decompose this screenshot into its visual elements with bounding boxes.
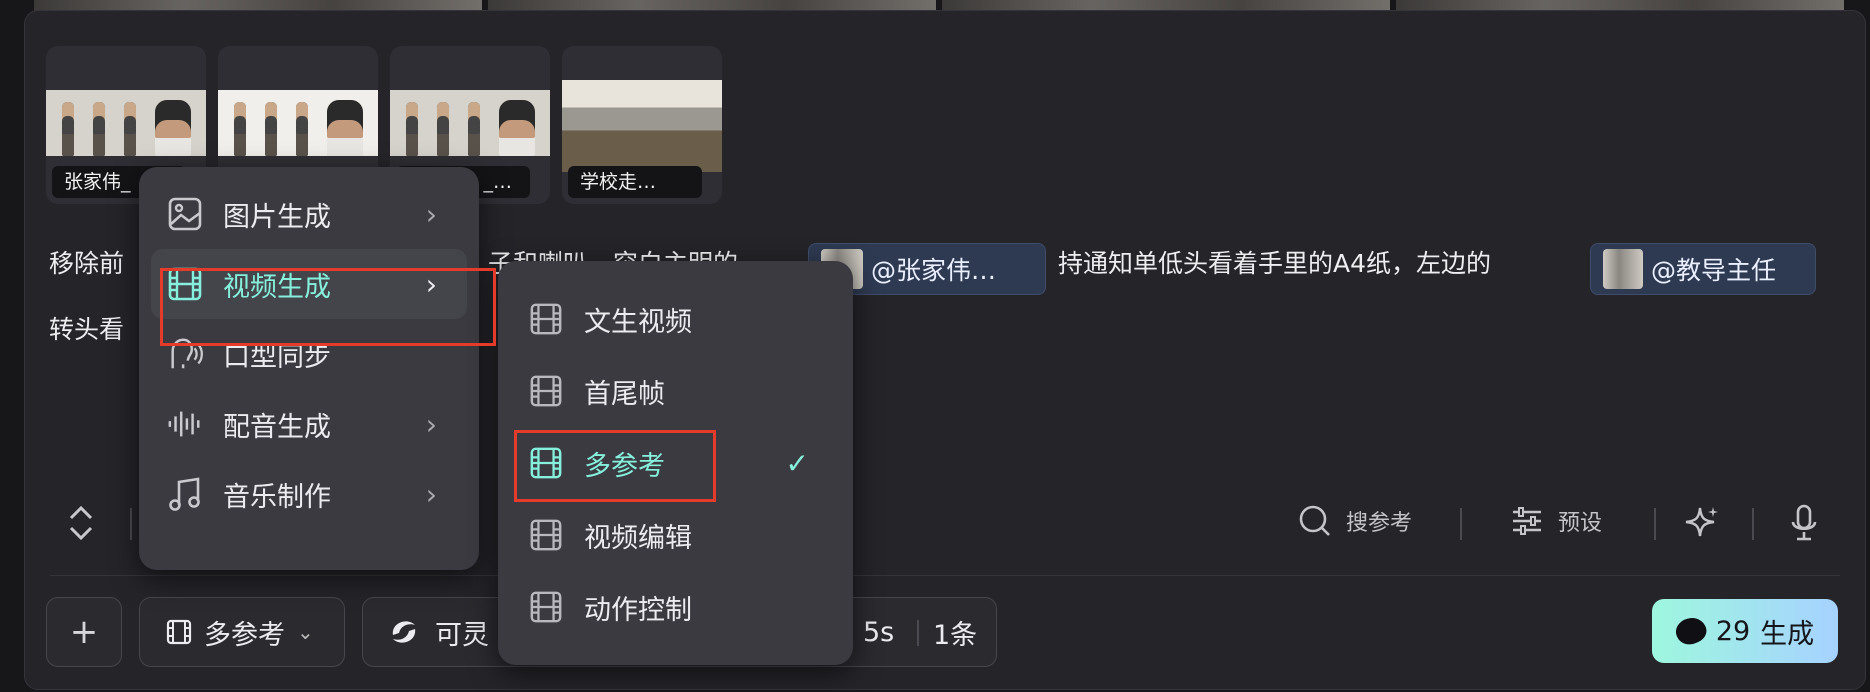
checkmark-icon: ✓ bbox=[785, 446, 809, 480]
search-reference-label: 搜参考 bbox=[1346, 511, 1413, 536]
film-icon bbox=[166, 619, 192, 645]
chip-label: @张家伟… bbox=[871, 256, 997, 285]
mode-label: 多参考 bbox=[204, 619, 285, 651]
thumbnail-image bbox=[218, 90, 378, 156]
preset-label: 预设 bbox=[1558, 511, 1603, 536]
submenu-item-motion-control[interactable]: 动作控制 bbox=[512, 571, 839, 643]
audio-wave-icon bbox=[167, 406, 203, 442]
sparkle-button[interactable] bbox=[1684, 504, 1720, 540]
credit-icon bbox=[1671, 612, 1710, 650]
sliders-icon bbox=[1513, 507, 1541, 535]
menu-item-image-generation[interactable]: 图片生成 › bbox=[151, 179, 467, 249]
menu-item-music[interactable]: 音乐制作 › bbox=[151, 459, 467, 529]
avatar bbox=[1603, 249, 1643, 289]
mention-chip-director[interactable]: @教导主任 bbox=[1590, 243, 1816, 295]
generate-button[interactable]: 29 生成 bbox=[1652, 599, 1838, 663]
submenu-item-first-last-frame[interactable]: 首尾帧 bbox=[512, 355, 839, 427]
section-divider bbox=[50, 575, 1840, 576]
sparkle-icon bbox=[1685, 507, 1718, 537]
add-button[interactable]: + bbox=[46, 597, 122, 667]
expand-collapse-icon[interactable] bbox=[68, 504, 94, 550]
menu-item-label: 动作控制 bbox=[584, 594, 692, 626]
thumbnail-image bbox=[46, 90, 206, 156]
toolbar-divider bbox=[1654, 508, 1656, 540]
microphone-button[interactable] bbox=[1790, 504, 1818, 542]
generate-label: 生成 bbox=[1760, 618, 1815, 650]
submenu-item-text-to-video[interactable]: 文生视频 bbox=[512, 283, 839, 355]
music-note-icon bbox=[167, 476, 203, 512]
menu-item-label: 音乐制作 bbox=[223, 481, 331, 513]
reference-thumbnail[interactable]: 学校走… bbox=[562, 46, 722, 204]
thumbnail-image bbox=[390, 90, 550, 156]
toolbar-divider bbox=[1752, 508, 1754, 540]
mode-select[interactable]: 多参考 ⌄ bbox=[139, 597, 345, 667]
toolbar-divider bbox=[130, 508, 132, 540]
film-icon bbox=[528, 589, 564, 625]
chevron-right-icon: › bbox=[425, 407, 437, 441]
preset-button[interactable]: 预设 bbox=[1510, 504, 1602, 538]
film-icon bbox=[528, 301, 564, 337]
highlight-box-video-generation bbox=[160, 268, 496, 346]
chevron-right-icon: › bbox=[425, 477, 437, 511]
prompt-segment: 持通知单低头看着手里的A4纸，左边的 bbox=[1058, 249, 1492, 278]
chevron-right-icon: › bbox=[425, 197, 437, 231]
prompt-text[interactable]: 移除前 bbox=[49, 244, 124, 280]
film-icon bbox=[528, 373, 564, 409]
submenu-item-video-edit[interactable]: 视频编辑 bbox=[512, 499, 839, 571]
prompt-segment: 移除前 bbox=[49, 249, 125, 278]
setting-divider bbox=[917, 620, 919, 646]
search-reference-button[interactable]: 搜参考 bbox=[1298, 504, 1412, 538]
toolbar-divider bbox=[1460, 508, 1462, 540]
creation-type-menu: 图片生成 › 视频生成 › 口型同步 配音生成 › 音乐制作 › bbox=[139, 167, 479, 570]
chip-label: @教导主任 bbox=[1651, 256, 1777, 285]
credit-cost: 29 bbox=[1715, 615, 1751, 647]
chevron-down-icon: ⌄ bbox=[297, 620, 314, 644]
highlight-box-multi-reference bbox=[514, 430, 716, 502]
model-label: 可灵 bbox=[435, 619, 489, 651]
image-icon bbox=[167, 196, 203, 232]
menu-item-label: 配音生成 bbox=[223, 411, 331, 443]
duration-label[interactable]: 5s bbox=[863, 617, 894, 648]
search-icon bbox=[1299, 505, 1330, 536]
kling-logo-icon bbox=[392, 621, 416, 643]
menu-item-label: 文生视频 bbox=[584, 306, 692, 338]
film-icon bbox=[528, 517, 564, 553]
prompt-segment: 转头看 bbox=[49, 315, 125, 344]
menu-item-label: 首尾帧 bbox=[584, 378, 665, 410]
menu-item-label: 图片生成 bbox=[223, 201, 331, 233]
menu-item-voice-generation[interactable]: 配音生成 › bbox=[151, 389, 467, 459]
microphone-icon bbox=[1791, 504, 1817, 541]
count-label[interactable]: 1条 bbox=[933, 613, 977, 652]
menu-item-label: 视频编辑 bbox=[584, 522, 692, 554]
thumbnail-caption: 学校走… bbox=[568, 166, 702, 198]
thumbnail-image bbox=[562, 80, 722, 172]
